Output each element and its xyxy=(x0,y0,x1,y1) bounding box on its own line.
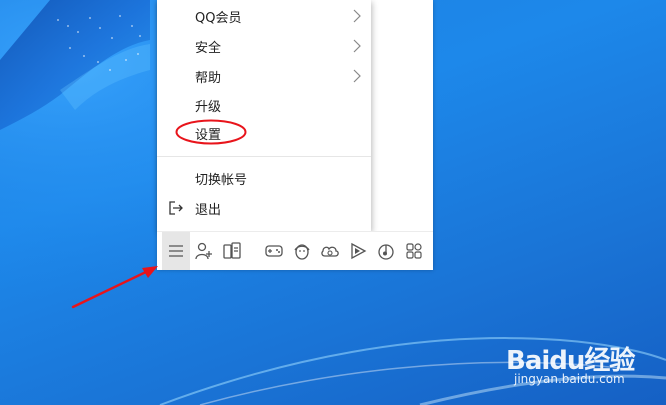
menu-item-label: 安全 xyxy=(195,40,222,56)
chevron-right-icon xyxy=(353,9,361,23)
apps-grid-icon xyxy=(406,243,422,259)
music-icon xyxy=(378,244,394,260)
menu-item-label: 退出 xyxy=(195,202,222,218)
app-manager-button[interactable] xyxy=(221,239,243,263)
chevron-right-icon xyxy=(353,69,361,83)
music-button[interactable] xyxy=(375,239,397,263)
main-menu-popup: QQ会员 安全 帮助 升级 设置 切换帐号 退出 xyxy=(157,0,371,231)
watermark-url: jingyan.baidu.com xyxy=(514,372,625,386)
weiyun-button[interactable] xyxy=(319,239,341,263)
game-button[interactable] xyxy=(263,239,285,263)
baidu-watermark: Baidu经验 jingyan.baidu.com xyxy=(506,340,656,395)
red-arrow-annotation xyxy=(71,266,158,309)
penguin-icon xyxy=(294,244,310,260)
menu-item-label: 升级 xyxy=(195,99,222,115)
gamepad-icon xyxy=(265,245,283,257)
play-icon xyxy=(351,242,367,260)
menu-item-label: QQ会员 xyxy=(195,10,242,26)
menu-item-security[interactable]: 安全 xyxy=(157,31,371,61)
add-contact-icon xyxy=(195,242,212,260)
video-button[interactable] xyxy=(347,239,369,263)
bottom-toolbar xyxy=(157,231,433,270)
menu-item-label: 切换帐号 xyxy=(195,172,248,188)
hamburger-icon xyxy=(169,245,183,257)
cloud-icon xyxy=(321,246,339,257)
settings-highlight-circle xyxy=(175,119,247,145)
menu-item-exit[interactable]: 退出 xyxy=(157,193,371,223)
menu-item-label: 帮助 xyxy=(195,70,222,86)
pet-button[interactable] xyxy=(291,239,313,263)
menu-divider xyxy=(157,156,371,157)
menu-item-upgrade[interactable]: 升级 xyxy=(157,90,371,120)
menu-item-qq-member[interactable]: QQ会员 xyxy=(157,1,371,31)
logout-icon xyxy=(169,201,183,215)
add-friend-button[interactable] xyxy=(193,239,215,263)
app-manager-icon xyxy=(223,242,241,259)
menu-item-help[interactable]: 帮助 xyxy=(157,61,371,91)
app-center-button[interactable] xyxy=(403,239,425,263)
chevron-right-icon xyxy=(353,39,361,53)
menu-item-switch-account[interactable]: 切换帐号 xyxy=(157,163,371,193)
